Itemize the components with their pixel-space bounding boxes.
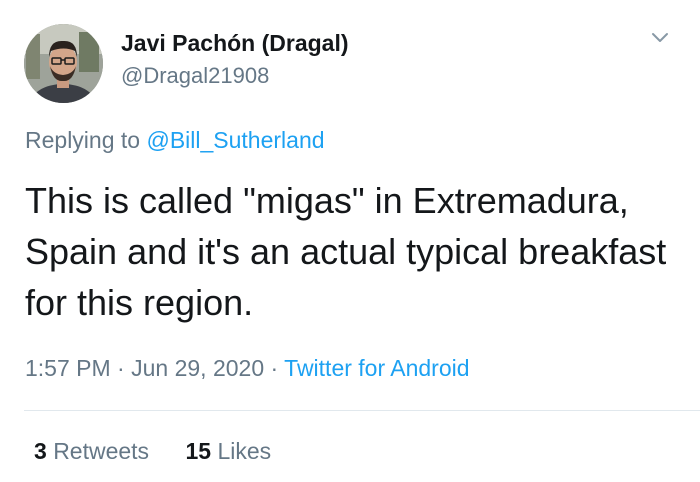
tweet-source-link[interactable]: Twitter for Android xyxy=(284,355,469,381)
tweet-meta: 1:57 PM · Jun 29, 2020 · Twitter for And… xyxy=(25,355,470,382)
retweets-label: Retweets xyxy=(53,438,150,464)
divider xyxy=(24,410,700,411)
tweet-text: This is called "migas" in Extremadura, S… xyxy=(25,180,667,323)
meta-separator: · xyxy=(117,355,125,381)
likes-count: 15 xyxy=(185,438,212,464)
avatar[interactable] xyxy=(24,24,103,103)
likes-label: Likes xyxy=(217,438,272,464)
retweets-stat[interactable]: 3 Retweets xyxy=(34,438,149,465)
replying-to-label: Replying to xyxy=(25,127,141,153)
likes-stat[interactable]: 15 Likes xyxy=(185,438,271,465)
tweet-date[interactable]: Jun 29, 2020 xyxy=(131,355,264,381)
retweets-count: 3 xyxy=(34,438,47,464)
replying-to-line: Replying to @Bill_Sutherland xyxy=(25,127,325,154)
user-avatar-photo-icon xyxy=(24,24,103,103)
display-name[interactable]: Javi Pachón (Dragal) xyxy=(121,30,349,57)
reply-mention-link[interactable]: @Bill_Sutherland xyxy=(146,127,324,153)
tweet-stats: 3 Retweets 15 Likes xyxy=(34,438,271,465)
tweet-time[interactable]: 1:57 PM xyxy=(25,355,111,381)
tweet-card: Javi Pachón (Dragal) @Dragal21908 Replyi… xyxy=(0,0,700,482)
user-handle[interactable]: @Dragal21908 xyxy=(121,63,269,89)
chevron-down-icon[interactable] xyxy=(649,26,671,48)
meta-separator: · xyxy=(270,355,279,381)
